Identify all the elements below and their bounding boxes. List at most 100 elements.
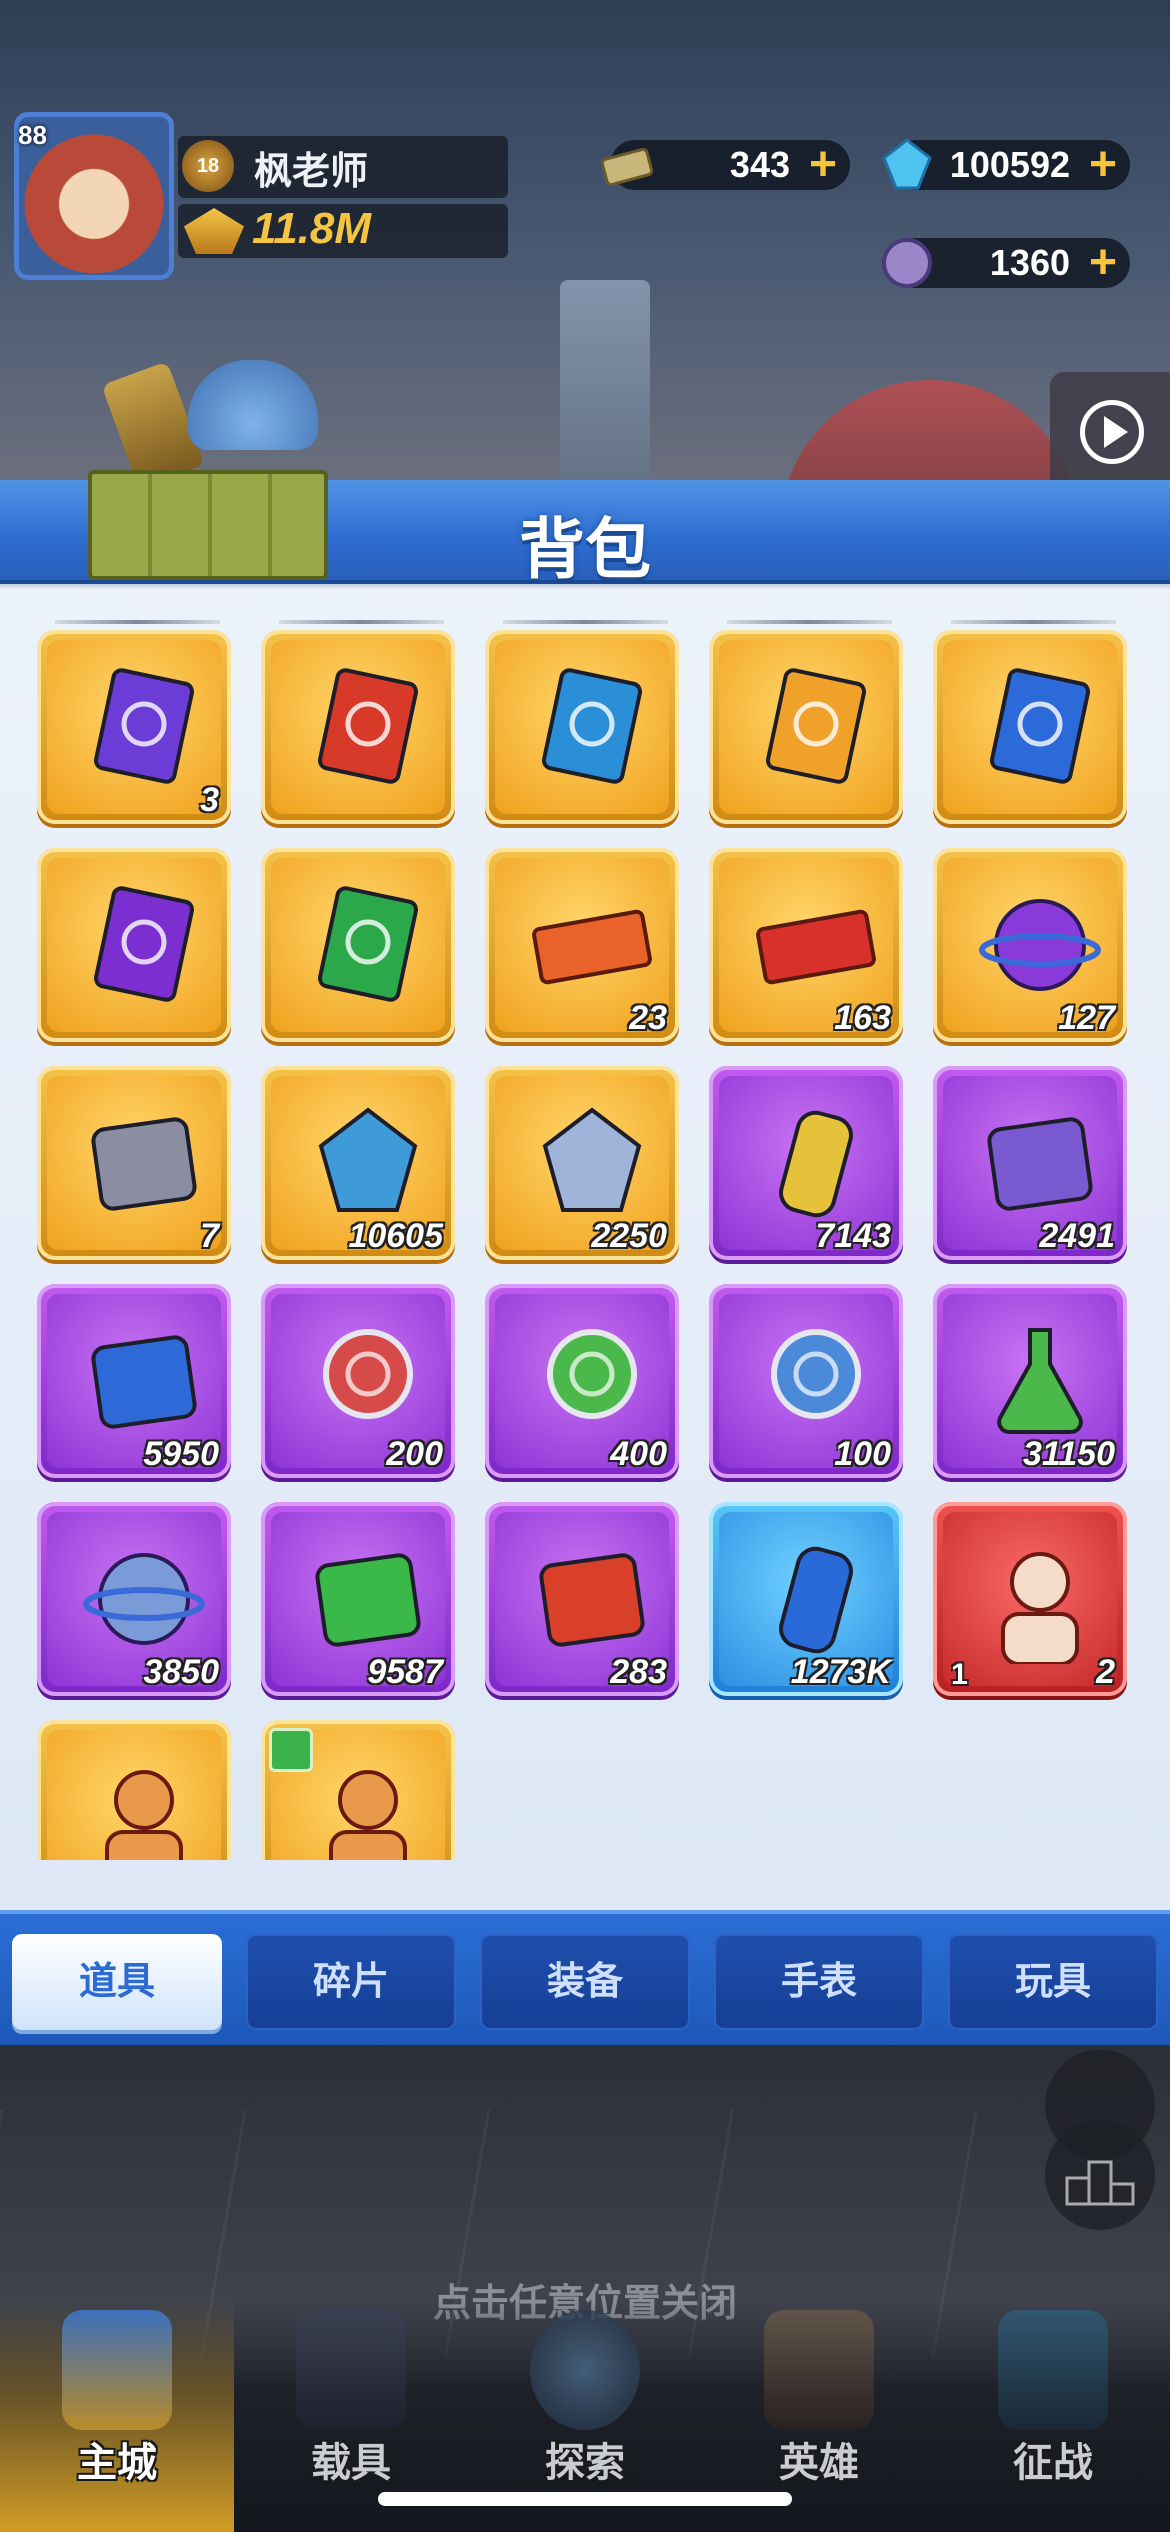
item-count: 2250	[591, 1217, 667, 1255]
player-name: 枫老师	[254, 151, 369, 193]
item-count: 1273K	[790, 1653, 891, 1691]
rainbow-gem-icon	[318, 1107, 418, 1212]
supply-crate-icon	[88, 350, 328, 580]
exp-can-icon	[779, 1546, 853, 1654]
tab-equipment[interactable]: 装备	[480, 1934, 690, 2030]
add-coin-button[interactable]: +	[1084, 239, 1122, 287]
inventory-item[interactable]: 1273K	[709, 1502, 903, 1696]
inventory-item[interactable]	[485, 630, 679, 824]
inventory-item[interactable]	[37, 1720, 231, 1860]
item-count: 5950	[143, 1435, 219, 1473]
nav-campaign[interactable]: 征战	[936, 2300, 1170, 2532]
blue-chip-board-icon	[91, 1335, 197, 1429]
backpack-panel: 背包 3 23 163 127 7 10605 2250 7143 2491 5950 200 40…	[0, 360, 1170, 2045]
inventory-item[interactable]: 127	[933, 848, 1127, 1042]
inventory-item[interactable]: 7143	[709, 1066, 903, 1260]
inventory-item[interactable]	[261, 848, 455, 1042]
inventory-item[interactable]: 400	[485, 1284, 679, 1478]
inventory-item[interactable]: 163	[709, 848, 903, 1042]
cash-icon	[600, 147, 654, 187]
item-count: 400	[610, 1435, 667, 1473]
red-badge-book-icon	[317, 668, 419, 784]
orange-badge-book-icon	[765, 668, 867, 784]
nav-main-city[interactable]: 主城	[0, 2300, 234, 2532]
globe-icon	[530, 2310, 640, 2430]
inventory-item[interactable]	[261, 630, 455, 824]
inventory-item[interactable]: 200	[261, 1284, 455, 1478]
green-potion-icon	[997, 1328, 1083, 1434]
item-count: 3	[200, 781, 219, 819]
castle-icon	[62, 2310, 172, 2430]
item-count: 3850	[143, 1653, 219, 1691]
add-cash-button[interactable]: +	[804, 141, 842, 189]
tab-fragments[interactable]: 碎片	[246, 1934, 456, 2030]
inventory-item[interactable]	[37, 848, 231, 1042]
home-indicator[interactable]	[378, 2492, 792, 2506]
red-ticket-icon	[756, 909, 876, 985]
inventory-item[interactable]: 21	[933, 1502, 1127, 1696]
diamond-icon	[882, 138, 932, 190]
item-count: 23	[629, 999, 667, 1037]
play-icon	[1104, 416, 1128, 448]
video-play-button[interactable]	[1050, 372, 1170, 492]
crystal-ore-icon	[542, 1107, 642, 1212]
resource-cash: 343 +	[600, 140, 850, 190]
coin-icon	[882, 238, 932, 288]
mech-part-icon	[91, 1117, 197, 1211]
item-count: 9587	[367, 1653, 443, 1691]
camera-gadget-icon	[539, 1553, 645, 1647]
item-count: 2491	[1039, 1217, 1115, 1255]
inventory-item[interactable]: 31150	[933, 1284, 1127, 1478]
item-count: 31150	[1022, 1435, 1115, 1473]
player-power: 11.8M	[252, 204, 372, 253]
inventory-item[interactable]: 7	[37, 1066, 231, 1260]
inventory-item[interactable]	[933, 630, 1127, 824]
inventory-item[interactable]: 3850	[37, 1502, 231, 1696]
divider	[727, 620, 892, 624]
item-count: 163	[834, 999, 891, 1037]
inventory-item[interactable]: 283	[485, 1502, 679, 1696]
tool-card-icon	[987, 1117, 1093, 1211]
inventory-item[interactable]: 3	[37, 630, 231, 824]
galaxy-potion-icon	[83, 1553, 205, 1645]
tab-items[interactable]: 道具	[12, 1934, 222, 2030]
scene-dome	[780, 380, 1080, 480]
item-count: 2	[1096, 1653, 1115, 1691]
blue-badge-book-icon	[541, 668, 643, 784]
inventory-item[interactable]: 9587	[261, 1502, 455, 1696]
item-grid: 3 23 163 127 7 10605 2250 7143 2491 5950 200 400 10…	[0, 630, 1170, 1860]
item-count: 127	[1058, 999, 1115, 1037]
green-circuit-icon	[315, 1553, 421, 1647]
divider	[503, 620, 668, 624]
orange-ticket-icon	[532, 909, 652, 985]
green-medal-icon	[547, 1329, 637, 1419]
inventory-item[interactable]: 23	[485, 848, 679, 1042]
red-medal-icon	[323, 1329, 413, 1419]
add-diamond-button[interactable]: +	[1084, 141, 1122, 189]
helmet-icon	[764, 2310, 874, 2430]
tab-watches[interactable]: 手表	[714, 1934, 924, 2030]
inventory-item[interactable]: 5950	[37, 1284, 231, 1478]
yellow-canister-icon	[779, 1110, 853, 1218]
radar-icon	[998, 2310, 1108, 2430]
green-medic-book-icon	[317, 886, 419, 1002]
purple-orb-icon	[979, 899, 1101, 991]
mech-icon	[296, 2310, 406, 2430]
item-count: 100	[834, 1435, 891, 1473]
inventory-item[interactable]	[261, 1720, 455, 1860]
inventory-item[interactable]: 10605	[261, 1066, 455, 1260]
item-count: 7	[200, 1217, 219, 1255]
green-emblem-icon	[269, 1728, 313, 1772]
tab-toys[interactable]: 玩具	[948, 1934, 1158, 2030]
podium-icon	[1065, 2160, 1135, 2206]
leaderboard-button[interactable]	[1045, 2120, 1155, 2230]
item-count: 10605	[348, 1217, 443, 1255]
resource-diamond: 100592 +	[882, 138, 1130, 190]
inventory-item[interactable]: 100	[709, 1284, 903, 1478]
item-count: 7143	[815, 1217, 891, 1255]
rank-badge-icon: 18	[182, 140, 234, 192]
inventory-item[interactable]: 2250	[485, 1066, 679, 1260]
category-tab-bar: 道具 碎片 装备 手表 玩具	[0, 1910, 1170, 2045]
inventory-item[interactable]: 2491	[933, 1066, 1127, 1260]
inventory-item[interactable]	[709, 630, 903, 824]
